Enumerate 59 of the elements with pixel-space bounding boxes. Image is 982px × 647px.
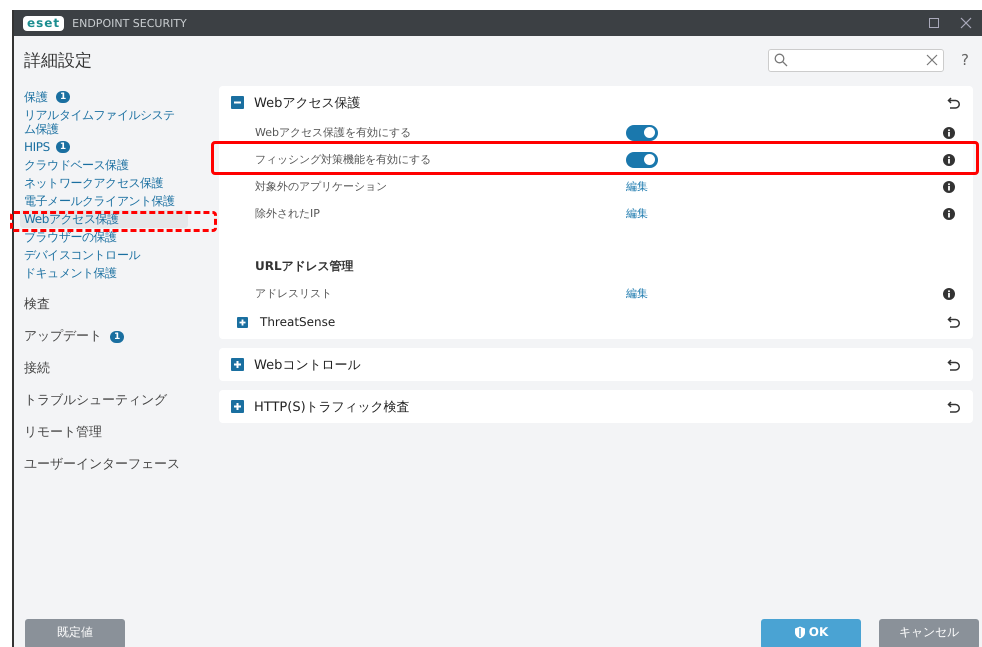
footer-button[interactable]: 既定値: [25, 619, 125, 647]
sidebar-item[interactable]: HIPS: [24, 140, 50, 154]
setting-label: 対象外のアプリケーション: [255, 179, 388, 194]
search-field[interactable]: [768, 48, 944, 72]
sidebar-item[interactable]: デバイスコントロール: [24, 248, 140, 262]
search-icon: [774, 53, 788, 67]
sidebar-item[interactable]: 電子メールクライアント保護: [24, 194, 175, 208]
shield-icon: [794, 626, 806, 638]
logo: eset: [23, 16, 64, 30]
expand-icon[interactable]: [231, 358, 244, 371]
sidebar-item[interactable]: アップデート: [24, 321, 102, 353]
section-title[interactable]: Webアクセス保護: [254, 94, 360, 112]
info-icon[interactable]: [943, 154, 955, 166]
sidebar-item[interactable]: リモート管理: [24, 417, 102, 449]
collapse-icon[interactable]: [231, 96, 244, 109]
page-title: 詳細設定: [24, 50, 92, 72]
sidebar-item[interactable]: ドキュメント保護: [24, 266, 117, 280]
help-button[interactable]: ?: [958, 51, 972, 69]
info-icon[interactable]: [943, 288, 955, 300]
info-icon[interactable]: [943, 126, 955, 138]
revert-icon[interactable]: [947, 400, 961, 414]
section-title[interactable]: HTTP(S)トラフィック検査: [254, 398, 410, 416]
expand-icon[interactable]: [231, 400, 244, 413]
revert-icon[interactable]: [947, 96, 961, 110]
count-badge: 1: [56, 91, 70, 103]
footer-button[interactable]: キャンセル: [879, 619, 979, 647]
sidebar-item[interactable]: ネットワークアクセス保護: [24, 176, 164, 190]
info-icon[interactable]: [943, 180, 955, 192]
toggle-switch[interactable]: [626, 124, 658, 140]
edit-link[interactable]: 編集: [626, 286, 648, 301]
info-icon[interactable]: [943, 208, 955, 220]
sidebar-item[interactable]: トラブルシューティング: [24, 385, 167, 417]
sidebar-item[interactable]: 接続: [24, 353, 50, 385]
clear-icon[interactable]: [926, 54, 938, 66]
sidebar-item[interactable]: 検査: [24, 289, 50, 321]
expand-icon[interactable]: [237, 316, 248, 328]
maximize-icon[interactable]: [928, 17, 940, 29]
sidebar-item[interactable]: ユーザーインターフェース: [24, 449, 180, 481]
sidebar-item[interactable]: リアルタイムファイルシステム保護: [24, 108, 184, 136]
setting-label: フィッシング対策機能を有効にする: [255, 152, 432, 167]
ok-button[interactable]: OK: [761, 619, 861, 647]
edit-link[interactable]: 編集: [626, 179, 648, 194]
group-heading: URLアドレス管理: [255, 258, 354, 275]
revert-icon[interactable]: [947, 315, 961, 329]
revert-icon[interactable]: [947, 358, 961, 372]
toggle-switch[interactable]: [626, 152, 658, 168]
sidebar-item[interactable]: 保護: [24, 88, 48, 106]
setting-label: アドレスリスト: [255, 286, 333, 301]
count-badge: 1: [110, 331, 124, 343]
edit-link[interactable]: 編集: [626, 206, 648, 221]
sidebar-item[interactable]: クラウドベース保護: [24, 158, 128, 172]
count-badge: 1: [56, 141, 70, 153]
section-title[interactable]: Webコントロール: [254, 356, 360, 374]
window-title: ENDPOINT SECURITY: [72, 16, 187, 30]
setting-label: Webアクセス保護を有効にする: [255, 125, 412, 140]
subsection-title[interactable]: ThreatSense: [260, 315, 336, 329]
close-icon[interactable]: [960, 17, 972, 29]
sidebar-item[interactable]: ブラウザーの保護: [24, 230, 117, 244]
setting-label: 除外されたIP: [255, 206, 321, 221]
